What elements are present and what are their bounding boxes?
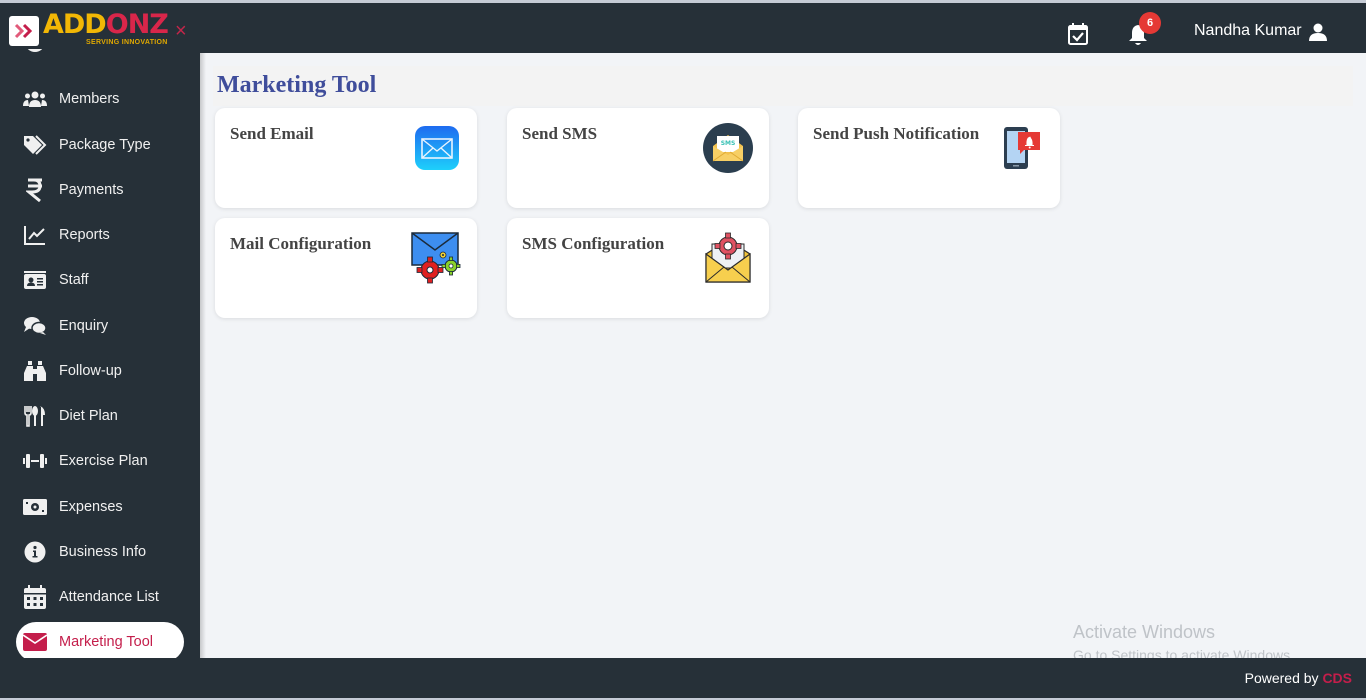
logo-text-part: ADD	[43, 9, 107, 40]
sidebar-item-diet-plan[interactable]: Diet Plan	[16, 396, 184, 436]
sidebar-item-label: Diet Plan	[59, 408, 118, 424]
powered-by: Powered by CDS	[1245, 670, 1352, 686]
svg-text:SMS: SMS	[721, 140, 736, 147]
money-bill-icon	[23, 495, 47, 519]
rupee-icon	[23, 178, 47, 202]
user-menu[interactable]: Nandha Kumar	[1194, 22, 1302, 40]
page-title: Marketing Tool	[217, 72, 377, 98]
card-label: Send SMS	[522, 124, 598, 143]
calendar-icon	[23, 585, 47, 609]
user-icon	[1309, 23, 1327, 41]
user-profile-button[interactable]	[1309, 23, 1327, 46]
card-label: Mail Configuration	[230, 234, 372, 253]
sidebar-item-members[interactable]: Members	[16, 79, 184, 119]
mail-app-icon	[415, 126, 459, 175]
sidebar-item-business-info[interactable]: Business Info	[16, 532, 184, 572]
card-label: Send Email	[230, 124, 314, 143]
id-card-icon	[23, 268, 47, 292]
sidebar-item-label: Follow-up	[59, 363, 122, 379]
double-chevron-right-icon	[14, 23, 33, 39]
company-link[interactable]: CDS	[1322, 670, 1352, 686]
sidebar-item-label: Enquiry	[59, 318, 109, 334]
info-circle-icon	[23, 540, 47, 564]
notification-badge: 6	[1139, 12, 1161, 34]
page-header	[213, 66, 1353, 106]
tags-icon	[23, 133, 47, 157]
send-push-notification-card[interactable]: Send Push Notification	[798, 108, 1060, 208]
logo-text-part: NZ	[127, 9, 169, 40]
sms-configuration-card[interactable]: SMS Configuration	[507, 218, 769, 318]
sms-envelope-icon: SMS	[702, 122, 754, 179]
envelope-gear-icon	[704, 232, 752, 289]
sidebar-item-package-type[interactable]: Package Type	[16, 125, 184, 165]
top-bar	[200, 3, 1366, 53]
sidebar-item-enquiry[interactable]: Enquiry	[16, 306, 184, 346]
sidebar-item-label: Staff	[59, 272, 89, 288]
envelope-icon	[23, 630, 47, 654]
chart-line-icon	[23, 223, 47, 247]
sidebar-item-label: Members	[59, 91, 120, 107]
sidebar-item-label: Exercise Plan	[59, 453, 148, 469]
sidebar-item-staff[interactable]: Staff	[16, 260, 184, 300]
close-sidebar-button[interactable]: ×	[175, 21, 187, 41]
logo-tagline: SERVING INNOVATION	[86, 39, 168, 46]
send-email-card[interactable]: Send Email	[215, 108, 477, 208]
sidebar-item-label: Payments	[59, 182, 124, 198]
brand-header: ADDONZ SERVING INNOVATION ×	[0, 3, 200, 49]
users-icon	[23, 87, 47, 111]
phone-notification-icon	[1002, 126, 1042, 175]
sidebar-item-marketing-tool[interactable]: Marketing Tool	[16, 622, 184, 662]
sidebar-item-payments[interactable]: Payments	[16, 170, 184, 210]
sidebar-item-exercise-plan[interactable]: Exercise Plan	[16, 441, 184, 481]
sidebar-toggle-button[interactable]	[9, 16, 39, 46]
sidebar-shadow	[200, 53, 206, 658]
sidebar-item-expenses[interactable]: Expenses	[16, 487, 184, 527]
sidebar-item-label: Attendance List	[59, 589, 159, 605]
dumbbell-icon	[23, 449, 47, 473]
comments-icon	[23, 314, 47, 338]
mail-settings-icon	[411, 232, 463, 289]
sidebar-item-label: Reports	[59, 227, 110, 243]
binoculars-icon	[23, 359, 47, 383]
utensils-icon	[23, 404, 47, 428]
logo-text-part: O	[105, 9, 129, 40]
windows-activation-watermark: Activate Windows Go to Settings to activ…	[1073, 622, 1294, 663]
card-label: SMS Configuration	[522, 234, 665, 253]
powered-by-label: Powered by	[1244, 670, 1319, 686]
sidebar: ADDONZ SERVING INNOVATION × Dashboard Me…	[0, 3, 200, 700]
logo: ADDONZ	[43, 9, 169, 40]
user-name: Nandha Kumar	[1194, 22, 1302, 39]
sidebar-item-label: Marketing Tool	[59, 634, 154, 650]
card-label: Send Push Notification	[813, 124, 980, 143]
sidebar-item-label: Package Type	[59, 137, 151, 153]
sidebar-item-label: Expenses	[59, 499, 123, 515]
sidebar-item-follow-up[interactable]: Follow-up	[16, 351, 184, 391]
mail-configuration-card[interactable]: Mail Configuration	[215, 218, 477, 318]
calendar-check-icon	[1068, 23, 1088, 45]
sidebar-item-reports[interactable]: Reports	[16, 215, 184, 255]
sidebar-item-attendance-list[interactable]: Attendance List	[16, 577, 184, 617]
sidebar-item-label: Business Info	[59, 544, 147, 560]
footer	[0, 658, 1366, 698]
send-sms-card[interactable]: Send SMS SMS	[507, 108, 769, 208]
calendar-check-button[interactable]	[1068, 23, 1088, 50]
watermark-title: Activate Windows	[1073, 622, 1216, 642]
